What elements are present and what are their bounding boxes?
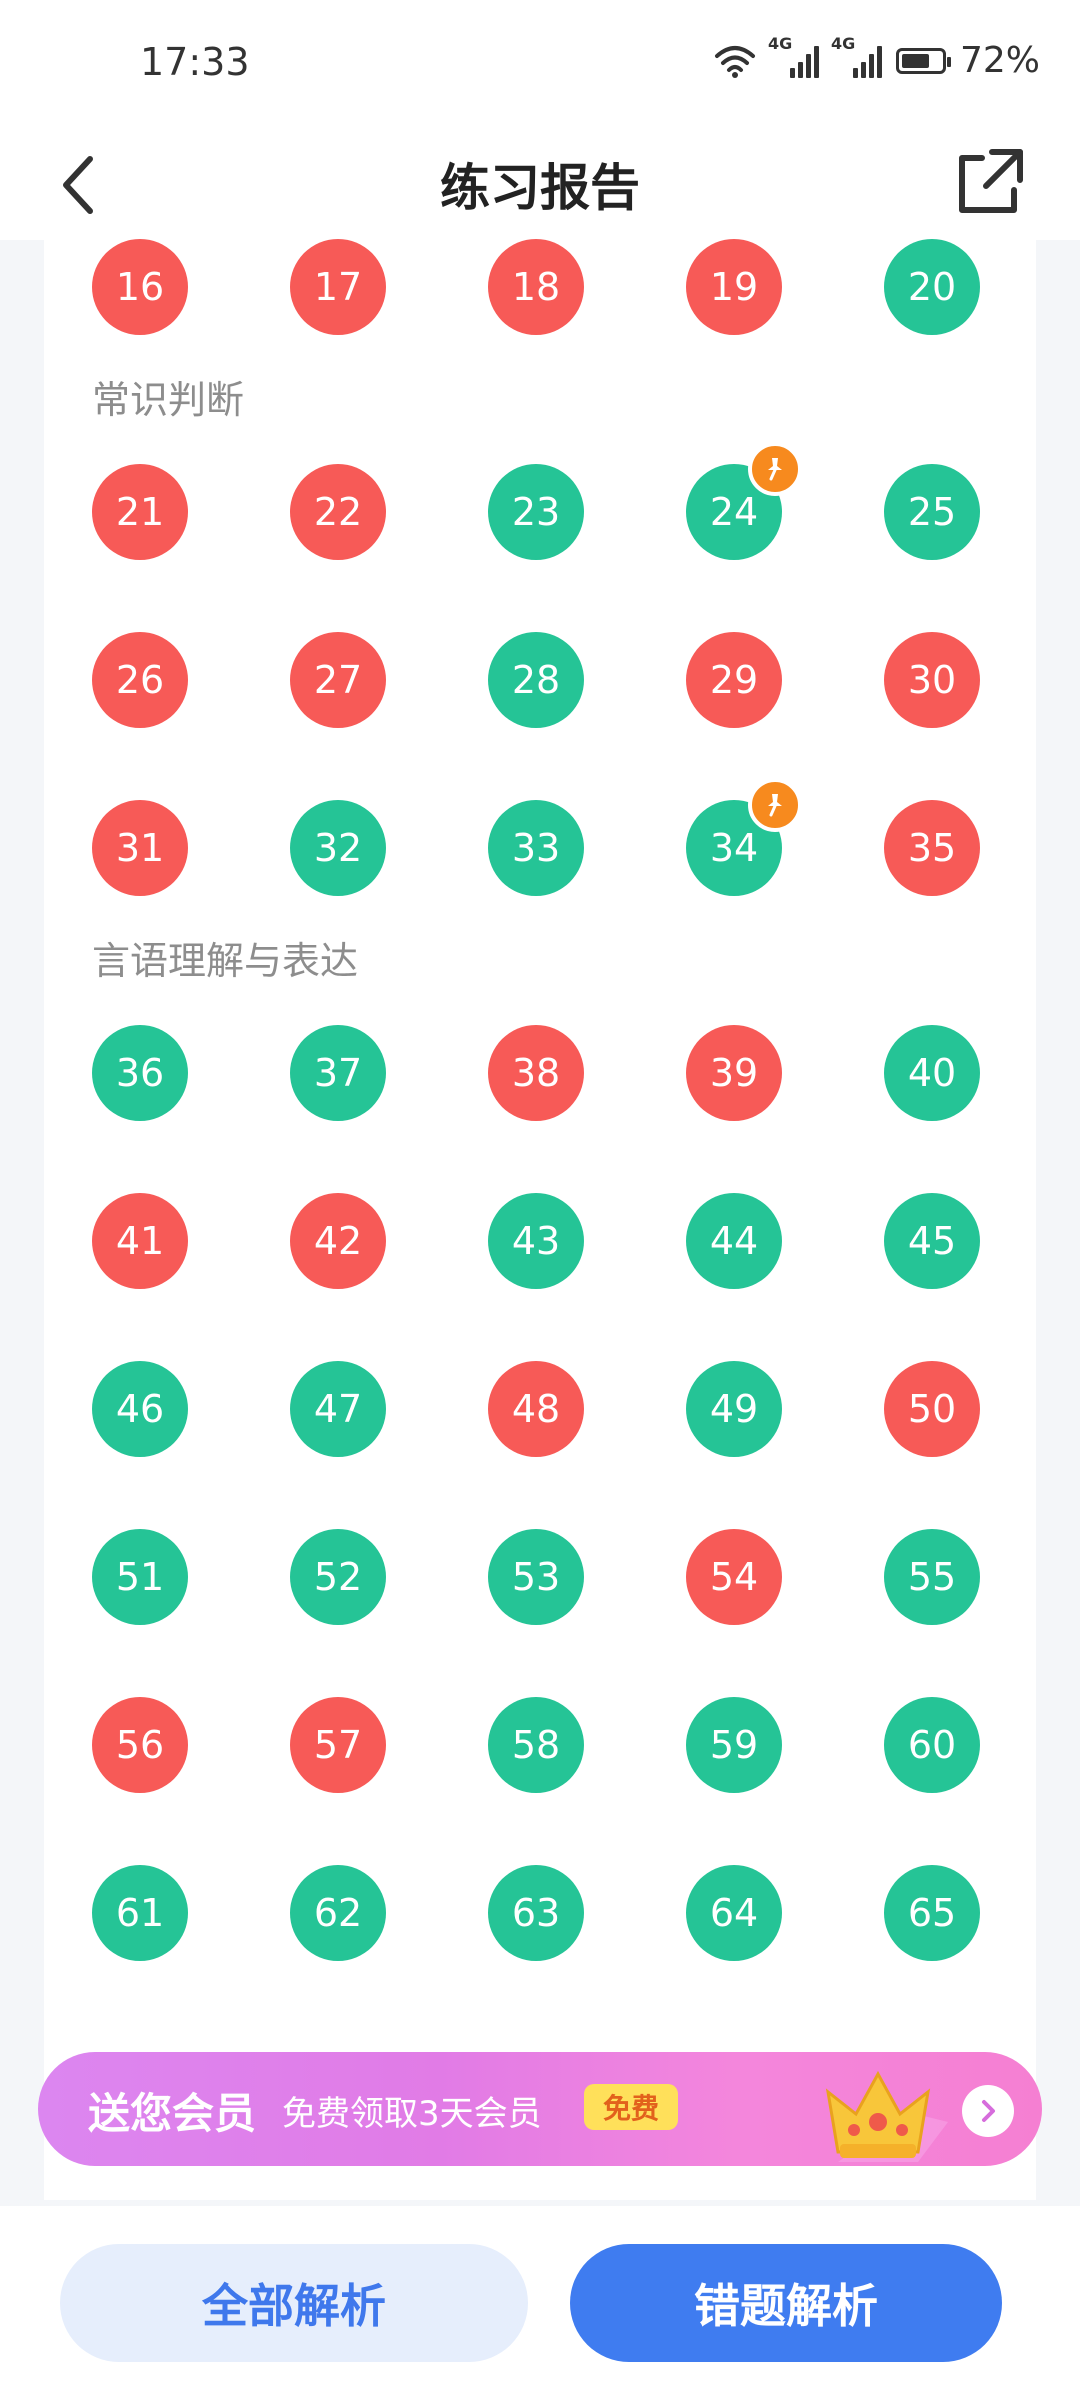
question-number-39[interactable]: 39 [686, 1025, 782, 1121]
status-time: 17:33 [140, 40, 250, 84]
question-number-20[interactable]: 20 [884, 239, 980, 335]
network-type-1: 4G [767, 33, 793, 53]
battery-icon [895, 47, 951, 74]
battery-percent: 72% [959, 40, 1040, 81]
question-number-54[interactable]: 54 [686, 1529, 782, 1625]
question-number-29[interactable]: 29 [686, 632, 782, 728]
question-number-61[interactable]: 61 [92, 1865, 188, 1961]
question-number-55[interactable]: 55 [884, 1529, 980, 1625]
question-number-47[interactable]: 47 [290, 1361, 386, 1457]
question-number-65[interactable]: 65 [884, 1865, 980, 1961]
question-number-57[interactable]: 57 [290, 1697, 386, 1793]
question-number-35[interactable]: 35 [884, 800, 980, 896]
question-number-18[interactable]: 18 [488, 239, 584, 335]
question-number-62[interactable]: 62 [290, 1865, 386, 1961]
bottom-action-bar: 全部解析 错题解析 [0, 2206, 1080, 2400]
question-number-64[interactable]: 64 [686, 1865, 782, 1961]
question-number-40[interactable]: 40 [884, 1025, 980, 1121]
question-number-60[interactable]: 60 [884, 1697, 980, 1793]
question-number-32[interactable]: 32 [290, 800, 386, 896]
chevron-right-icon [982, 2100, 995, 2122]
promo-subtitle: 免费领取3天会员 [282, 2094, 542, 2134]
question-number-16[interactable]: 16 [92, 239, 188, 335]
question-number-21[interactable]: 21 [92, 464, 188, 560]
question-number-27[interactable]: 27 [290, 632, 386, 728]
question-number-49[interactable]: 49 [686, 1361, 782, 1457]
question-number-45[interactable]: 45 [884, 1193, 980, 1289]
question-number-51[interactable]: 51 [92, 1529, 188, 1625]
question-number-33[interactable]: 33 [488, 800, 584, 896]
promo-title: 送您会员 [88, 2089, 257, 2138]
page-title: 练习报告 [440, 159, 640, 217]
question-number-38[interactable]: 38 [488, 1025, 584, 1121]
promo-free-badge: 免费 [584, 2084, 678, 2130]
pin-icon [748, 442, 802, 496]
question-number-25[interactable]: 25 [884, 464, 980, 560]
question-number-53[interactable]: 53 [488, 1529, 584, 1625]
question-number-17[interactable]: 17 [290, 239, 386, 335]
nav-bar: 练习报告 [0, 130, 1080, 240]
crown-icon [825, 2070, 948, 2162]
question-number-42[interactable]: 42 [290, 1193, 386, 1289]
status-bar: 17:33 4G 4G 72% [0, 0, 1080, 130]
status-icons: 4G 4G 72% [714, 34, 1040, 81]
section-title: 言语理解与表达 [92, 939, 359, 983]
question-number-22[interactable]: 22 [290, 464, 386, 560]
answer-sheet-card: 16 17 18 19 20 常识判断 21 22 23 24 25 26 27 28 29 30 31 32 33… [44, 239, 1036, 2200]
membership-promo-banner[interactable]: 送您会员 免费领取3天会员 免费 [38, 2052, 1042, 2166]
question-number-37[interactable]: 37 [290, 1025, 386, 1121]
promo-arrow-button[interactable] [962, 2085, 1014, 2137]
question-number-56[interactable]: 56 [92, 1697, 188, 1793]
wifi-icon [714, 45, 755, 78]
question-number-19[interactable]: 19 [686, 239, 782, 335]
question-number-46[interactable]: 46 [92, 1361, 188, 1457]
question-number-43[interactable]: 43 [488, 1193, 584, 1289]
question-number-26[interactable]: 26 [92, 632, 188, 728]
question-number-63[interactable]: 63 [488, 1865, 584, 1961]
share-external-icon[interactable] [946, 142, 1030, 226]
question-number-31[interactable]: 31 [92, 800, 188, 896]
question-number-58[interactable]: 58 [488, 1697, 584, 1793]
question-number-52[interactable]: 52 [290, 1529, 386, 1625]
signal-icon-1: 4G [768, 34, 819, 78]
question-number-48[interactable]: 48 [488, 1361, 584, 1457]
all-analysis-button[interactable]: 全部解析 [60, 2244, 528, 2362]
question-number-50[interactable]: 50 [884, 1361, 980, 1457]
question-number-30[interactable]: 30 [884, 632, 980, 728]
question-number-59[interactable]: 59 [686, 1697, 782, 1793]
question-number-28[interactable]: 28 [488, 632, 584, 728]
network-type-2: 4G [830, 33, 856, 53]
section-title: 常识判断 [92, 378, 245, 422]
question-number-44[interactable]: 44 [686, 1193, 782, 1289]
pin-icon [748, 778, 802, 832]
signal-icon-2: 4G [831, 34, 882, 78]
question-number-36[interactable]: 36 [92, 1025, 188, 1121]
question-number-41[interactable]: 41 [92, 1193, 188, 1289]
wrong-analysis-button[interactable]: 错题解析 [570, 2244, 1002, 2362]
battery-fill [901, 53, 930, 68]
question-number-23[interactable]: 23 [488, 464, 584, 560]
